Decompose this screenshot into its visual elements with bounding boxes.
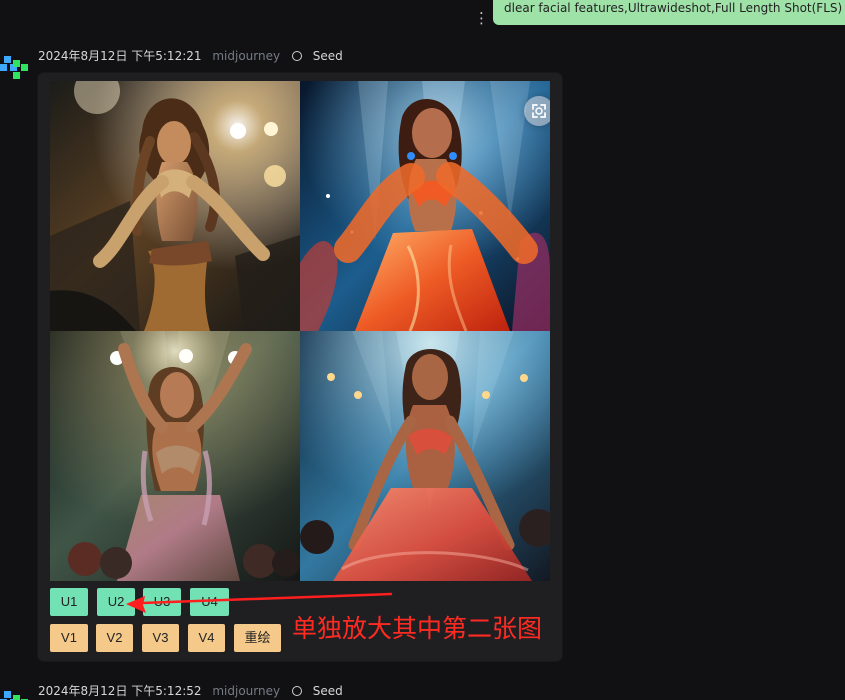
discord-chat-screen: ⋮ dlear facial features,Ultrawideshot,Fu… <box>0 0 845 700</box>
dancer-image-4[interactable] <box>300 331 550 581</box>
message-meta: 2024年8月12日 下午5:12:52 midjourney Seed <box>38 683 343 699</box>
message-timestamp: 2024年8月12日 下午5:12:21 <box>38 49 202 63</box>
focus-frame-icon <box>532 104 546 118</box>
image-result-card: U1 U2 U3 U4 V1 V2 V3 V4 重绘 <box>38 73 562 661</box>
variation-button-2[interactable]: V2 <box>96 624 133 652</box>
variation-button-1[interactable]: V1 <box>50 624 88 652</box>
redraw-button[interactable]: 重绘 <box>234 624 281 652</box>
message-author: midjourney <box>212 49 281 63</box>
upscale-button-2[interactable]: U2 <box>97 588 135 616</box>
variation-button-4[interactable]: V4 <box>188 624 225 652</box>
seed-icon[interactable] <box>291 51 302 61</box>
upscale-button-1[interactable]: U1 <box>50 588 88 616</box>
message-meta: 2024年8月12日 下午5:12:21 midjourney Seed <box>38 48 343 64</box>
variation-button-3[interactable]: V3 <box>142 624 179 652</box>
message-timestamp: 2024年8月12日 下午5:12:52 <box>38 684 202 698</box>
midjourney-avatar[interactable] <box>0 52 28 80</box>
seed-label[interactable]: Seed <box>313 49 343 63</box>
vertical-ellipsis-icon[interactable]: ⋮ <box>474 10 489 26</box>
message-author: midjourney <box>212 684 281 698</box>
seed-label[interactable]: Seed <box>313 684 343 698</box>
dancer-image-3[interactable] <box>50 331 300 581</box>
upscale-button-4[interactable]: U4 <box>190 588 229 616</box>
image-grid <box>50 81 550 581</box>
midjourney-avatar[interactable] <box>0 687 28 700</box>
annotation-text: 单独放大其中第二张图 <box>292 614 543 643</box>
image-scan-button[interactable] <box>524 96 550 126</box>
dancer-image-1[interactable] <box>50 81 300 331</box>
upscale-button-3[interactable]: U3 <box>143 588 181 616</box>
prompt-message: dlear facial features,Ultrawideshot,Full… <box>493 0 845 25</box>
dancer-image-2[interactable] <box>300 81 550 331</box>
seed-icon[interactable] <box>291 686 302 696</box>
